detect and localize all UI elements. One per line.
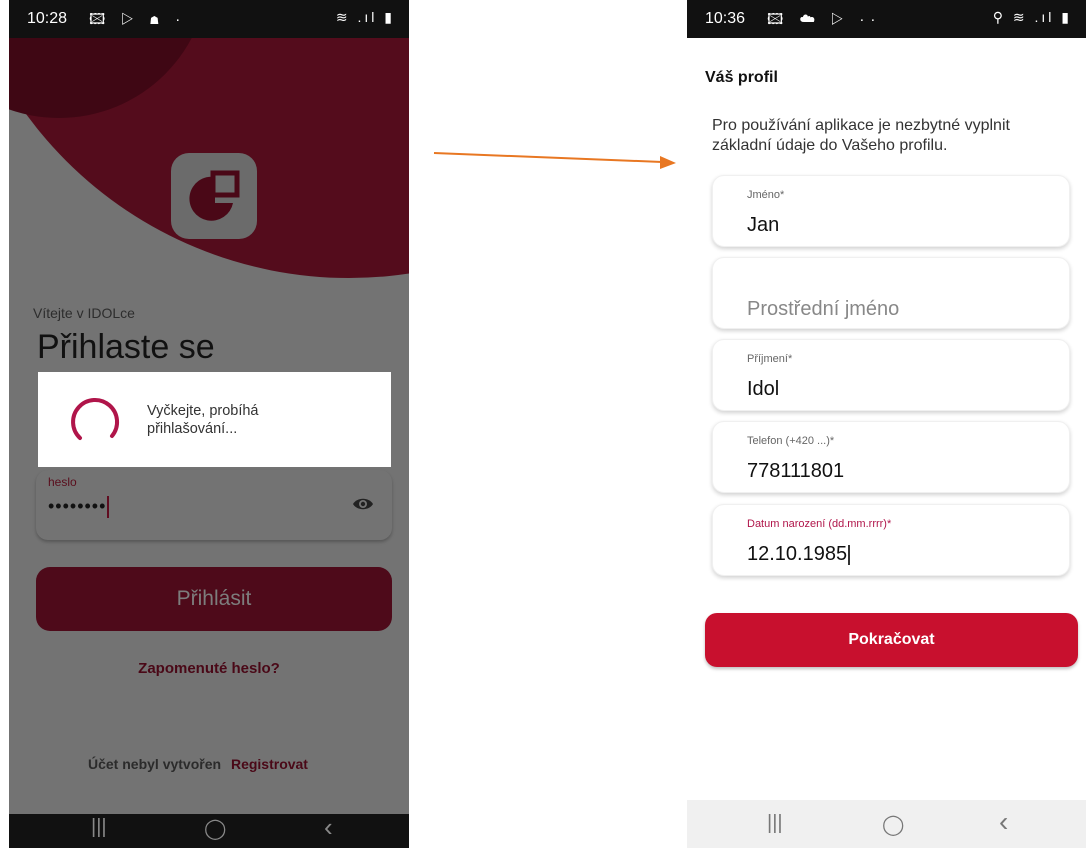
nav-bar: ||| ◯ ‹ bbox=[687, 800, 1086, 848]
loading-dialog: Vyčkejte, probíhá přihlašování... bbox=[38, 372, 391, 467]
status-bar: 10:28 🖾 ▷ ☗ · ≋ .ıl ▮ bbox=[9, 0, 409, 38]
back-button[interactable]: ‹ bbox=[999, 806, 1008, 838]
page-title: Váš profil bbox=[705, 69, 778, 86]
nav-bar: ||| ◯ ‹ bbox=[9, 812, 409, 848]
intro-text: Pro používání aplikace je nezbytné vypln… bbox=[712, 117, 1010, 154]
status-bar: 10:36 🖾 ☁ ▷ ·· ⚲ ≋ .ıl ▮ bbox=[687, 0, 1086, 38]
recent-apps-button[interactable]: ||| bbox=[91, 816, 107, 839]
field-label: Jméno* bbox=[747, 189, 785, 201]
home-button[interactable]: ◯ bbox=[204, 816, 226, 841]
transition-arrow bbox=[433, 152, 676, 169]
field-value: Jan bbox=[747, 214, 780, 236]
text-caret bbox=[848, 544, 851, 565]
middle-name-field[interactable]: Prostřední jméno bbox=[712, 257, 1070, 329]
password-field[interactable]: heslo •••••••• bbox=[36, 470, 392, 540]
first-name-field[interactable]: Jméno* Jan bbox=[712, 175, 1070, 247]
password-value: •••••••• bbox=[48, 496, 107, 516]
login-screen: 10:28 🖾 ▷ ☗ · ≋ .ıl ▮ Vítejte v IDOLce P… bbox=[9, 0, 409, 848]
notification-icons: 🖾 ☁ ▷ ·· bbox=[767, 11, 882, 28]
password-label: heslo bbox=[48, 475, 77, 489]
field-placeholder: Prostřední jméno bbox=[747, 298, 900, 320]
eye-icon[interactable] bbox=[352, 496, 374, 512]
signal-battery-icons: ≋ .ıl ▮ bbox=[335, 9, 395, 25]
recent-apps-button[interactable]: ||| bbox=[767, 812, 783, 835]
loading-spinner-icon bbox=[71, 397, 120, 440]
app-logo-icon bbox=[189, 170, 240, 221]
status-time: 10:36 bbox=[705, 10, 746, 27]
field-value: Idol bbox=[747, 378, 780, 400]
home-button[interactable]: ◯ bbox=[882, 812, 904, 837]
register-row: Účet nebyl vytvořen Registrovat bbox=[88, 756, 308, 772]
register-link[interactable]: Registrovat bbox=[231, 756, 308, 772]
profile-screen: 10:36 🖾 ☁ ▷ ·· ⚲ ≋ .ıl ▮ Váš profil Pro … bbox=[687, 0, 1086, 848]
no-account-text: Účet nebyl vytvořen bbox=[88, 756, 222, 772]
text-caret bbox=[107, 496, 110, 519]
back-button[interactable]: ‹ bbox=[324, 812, 333, 843]
field-value: 778111801 bbox=[747, 460, 845, 482]
field-value: 12.10.1985 bbox=[747, 543, 848, 565]
phone-field[interactable]: Telefon (+420 ...)* 778111801 bbox=[712, 421, 1070, 493]
welcome-text: Vítejte v IDOLce bbox=[33, 305, 135, 321]
field-label: Příjmení* bbox=[747, 353, 793, 365]
continue-button[interactable]: Pokračovat bbox=[705, 613, 1078, 667]
signal-battery-icons: ⚲ ≋ .ıl ▮ bbox=[992, 9, 1072, 25]
page-title: Přihlaste se bbox=[37, 328, 215, 366]
last-name-field[interactable]: Příjmení* Idol bbox=[712, 339, 1070, 411]
status-time: 10:28 bbox=[27, 10, 68, 27]
field-label: Datum narození (dd.mm.rrrr)* bbox=[747, 518, 892, 530]
login-button[interactable]: Přihlásit bbox=[36, 567, 392, 631]
forgot-password-link[interactable]: Zapomenuté heslo? bbox=[9, 660, 409, 677]
field-label: Telefon (+420 ...)* bbox=[747, 435, 835, 447]
birth-date-field[interactable]: Datum narození (dd.mm.rrrr)* 12.10.1985 bbox=[712, 504, 1070, 576]
notification-icons: 🖾 ▷ ☗ · bbox=[89, 11, 187, 28]
app-logo bbox=[171, 153, 257, 239]
loading-message: Vyčkejte, probíhá přihlašování... bbox=[147, 403, 259, 437]
